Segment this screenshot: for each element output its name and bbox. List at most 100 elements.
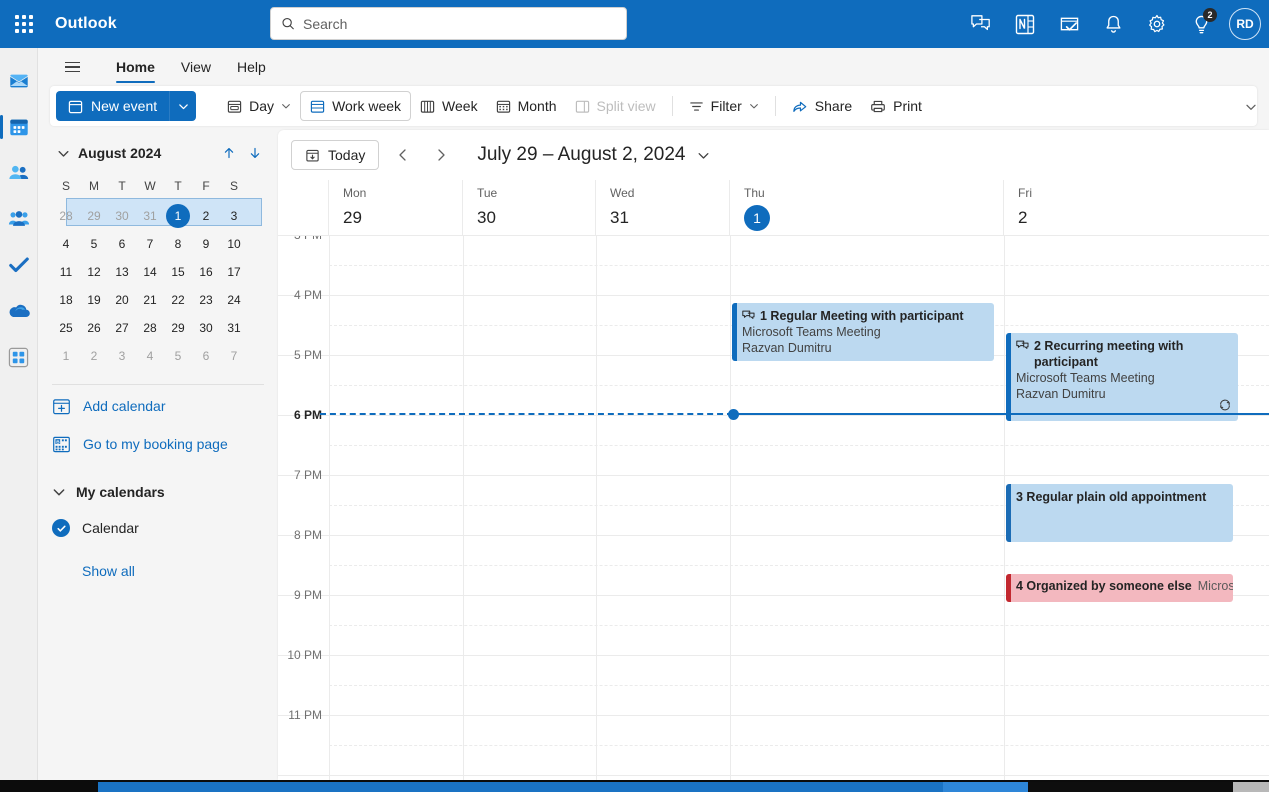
calendar-event-4[interactable]: 4 Organized by someone else Microsof [1006, 574, 1233, 602]
mc-day-today[interactable]: 1 [164, 202, 192, 230]
booking-page-button[interactable]: B Go to my booking page [52, 427, 266, 461]
print-button[interactable]: Print [861, 91, 931, 121]
mc-day[interactable]: 31 [220, 314, 248, 342]
mc-day[interactable]: 18 [52, 286, 80, 314]
mc-day[interactable]: 1 [52, 342, 80, 370]
avatar[interactable]: RD [1229, 8, 1261, 40]
mc-day[interactable]: 4 [52, 230, 80, 258]
navigation-toggle-icon[interactable] [56, 51, 88, 83]
mc-day[interactable]: 23 [192, 286, 220, 314]
hour-row[interactable]: 3 PM [278, 236, 1269, 296]
mc-day[interactable]: 31 [136, 202, 164, 230]
add-calendar-button[interactable]: Add calendar [52, 389, 266, 423]
calendar-event-3[interactable]: 3 Regular plain old appointment [1006, 484, 1233, 542]
onenote-icon[interactable] [1003, 2, 1047, 46]
ribbon-expand-button[interactable] [1239, 96, 1263, 118]
rail-onedrive[interactable] [0, 288, 38, 334]
mc-day[interactable]: 6 [192, 342, 220, 370]
mc-day[interactable]: 24 [220, 286, 248, 314]
tab-home[interactable]: Home [106, 53, 165, 83]
mc-day[interactable]: 7 [136, 230, 164, 258]
new-event-button[interactable]: New event [56, 91, 171, 121]
mc-day[interactable]: 4 [136, 342, 164, 370]
mc-day[interactable]: 22 [164, 286, 192, 314]
rail-mail[interactable] [0, 58, 38, 104]
new-event-dropdown-button[interactable] [170, 91, 197, 121]
mc-day[interactable]: 25 [52, 314, 80, 342]
mc-day[interactable]: 19 [80, 286, 108, 314]
rail-calendar[interactable] [0, 104, 38, 150]
date-range-picker[interactable]: July 29 – August 2, 2024 [477, 144, 710, 166]
hour-row[interactable]: 6 PM [278, 408, 1269, 476]
mc-day[interactable]: 15 [164, 258, 192, 286]
search-box[interactable] [270, 7, 627, 40]
calendar-item-calendar[interactable]: Calendar [52, 511, 266, 545]
app-launcher-icon[interactable] [0, 0, 48, 48]
day-header-tue[interactable]: Tue 30 [463, 180, 596, 235]
today-button[interactable]: Today [291, 140, 380, 170]
mc-day[interactable]: 20 [108, 286, 136, 314]
filter-button[interactable]: Filter [680, 91, 768, 121]
mc-day[interactable]: 30 [108, 202, 136, 230]
calendar-vertical-scrollbar[interactable] [1261, 236, 1269, 780]
settings-gear-icon[interactable] [1135, 2, 1179, 46]
minicalendar-prev-button[interactable] [218, 142, 240, 164]
mc-day[interactable]: 5 [80, 230, 108, 258]
day-header-mon[interactable]: Mon 29 [329, 180, 463, 235]
mc-day[interactable]: 14 [136, 258, 164, 286]
view-week-button[interactable]: Week [411, 91, 487, 121]
mc-day[interactable]: 6 [108, 230, 136, 258]
rail-apps[interactable] [0, 334, 38, 380]
tips-lightbulb-icon[interactable]: 2 [1179, 2, 1223, 46]
tab-help[interactable]: Help [227, 53, 276, 81]
day-header-fri[interactable]: Fri 2 [1004, 180, 1268, 235]
mc-day[interactable]: 21 [136, 286, 164, 314]
view-work-week-button[interactable]: Work week [300, 91, 412, 121]
app-brand-outlook[interactable]: Outlook [55, 15, 117, 33]
mc-day[interactable]: 28 [136, 314, 164, 342]
mc-day[interactable]: 26 [80, 314, 108, 342]
mc-day[interactable]: 17 [220, 258, 248, 286]
next-period-button[interactable] [427, 141, 455, 169]
todo-icon[interactable] [1047, 2, 1091, 46]
mc-day[interactable]: 3 [220, 202, 248, 230]
my-calendars-group-header[interactable]: My calendars [52, 475, 266, 509]
mc-day[interactable]: 27 [108, 314, 136, 342]
minicalendar-collapse-icon[interactable] [52, 147, 74, 160]
mc-day[interactable]: 12 [80, 258, 108, 286]
rail-todo[interactable] [0, 242, 38, 288]
mc-day[interactable]: 13 [108, 258, 136, 286]
teams-chat-icon[interactable] [959, 2, 1003, 46]
mc-day[interactable]: 29 [164, 314, 192, 342]
mc-day[interactable]: 3 [108, 342, 136, 370]
minicalendar-next-button[interactable] [244, 142, 266, 164]
calendar-event-1[interactable]: 1 Regular Meeting with participant Micro… [732, 303, 994, 361]
day-header-thu-today[interactable]: Thu 1 [730, 180, 1004, 235]
mc-day[interactable]: 2 [80, 342, 108, 370]
mc-day[interactable]: 28 [52, 202, 80, 230]
calendar-event-2[interactable]: 2 Recurring meeting with participant Mic… [1006, 333, 1238, 421]
rail-groups[interactable] [0, 196, 38, 242]
notifications-bell-icon[interactable] [1091, 2, 1135, 46]
mc-day[interactable]: 7 [220, 342, 248, 370]
mc-day[interactable]: 11 [52, 258, 80, 286]
mc-day[interactable]: 10 [220, 230, 248, 258]
mc-day[interactable]: 16 [192, 258, 220, 286]
mc-day[interactable]: 30 [192, 314, 220, 342]
mc-day[interactable]: 9 [192, 230, 220, 258]
mc-day[interactable]: 2 [192, 202, 220, 230]
mc-day[interactable]: 5 [164, 342, 192, 370]
previous-period-button[interactable] [389, 141, 417, 169]
minicalendar-title[interactable]: August 2024 [78, 145, 161, 161]
share-button[interactable]: Share [783, 91, 861, 121]
view-month-button[interactable]: Month [487, 91, 566, 121]
tab-view[interactable]: View [171, 53, 221, 81]
view-day-button[interactable]: Day [218, 91, 300, 121]
calendar-grid-scroll[interactable]: 3 PM 4 PM 5 PM 6 PM 7 PM 8 PM 9 PM 10 PM… [278, 236, 1269, 780]
day-header-wed[interactable]: Wed 31 [596, 180, 730, 235]
hour-row[interactable]: 11 PM [278, 708, 1269, 776]
mc-day[interactable]: 29 [80, 202, 108, 230]
hour-row[interactable]: 9 PM [278, 588, 1269, 656]
mc-day[interactable]: 8 [164, 230, 192, 258]
rail-people[interactable] [0, 150, 38, 196]
